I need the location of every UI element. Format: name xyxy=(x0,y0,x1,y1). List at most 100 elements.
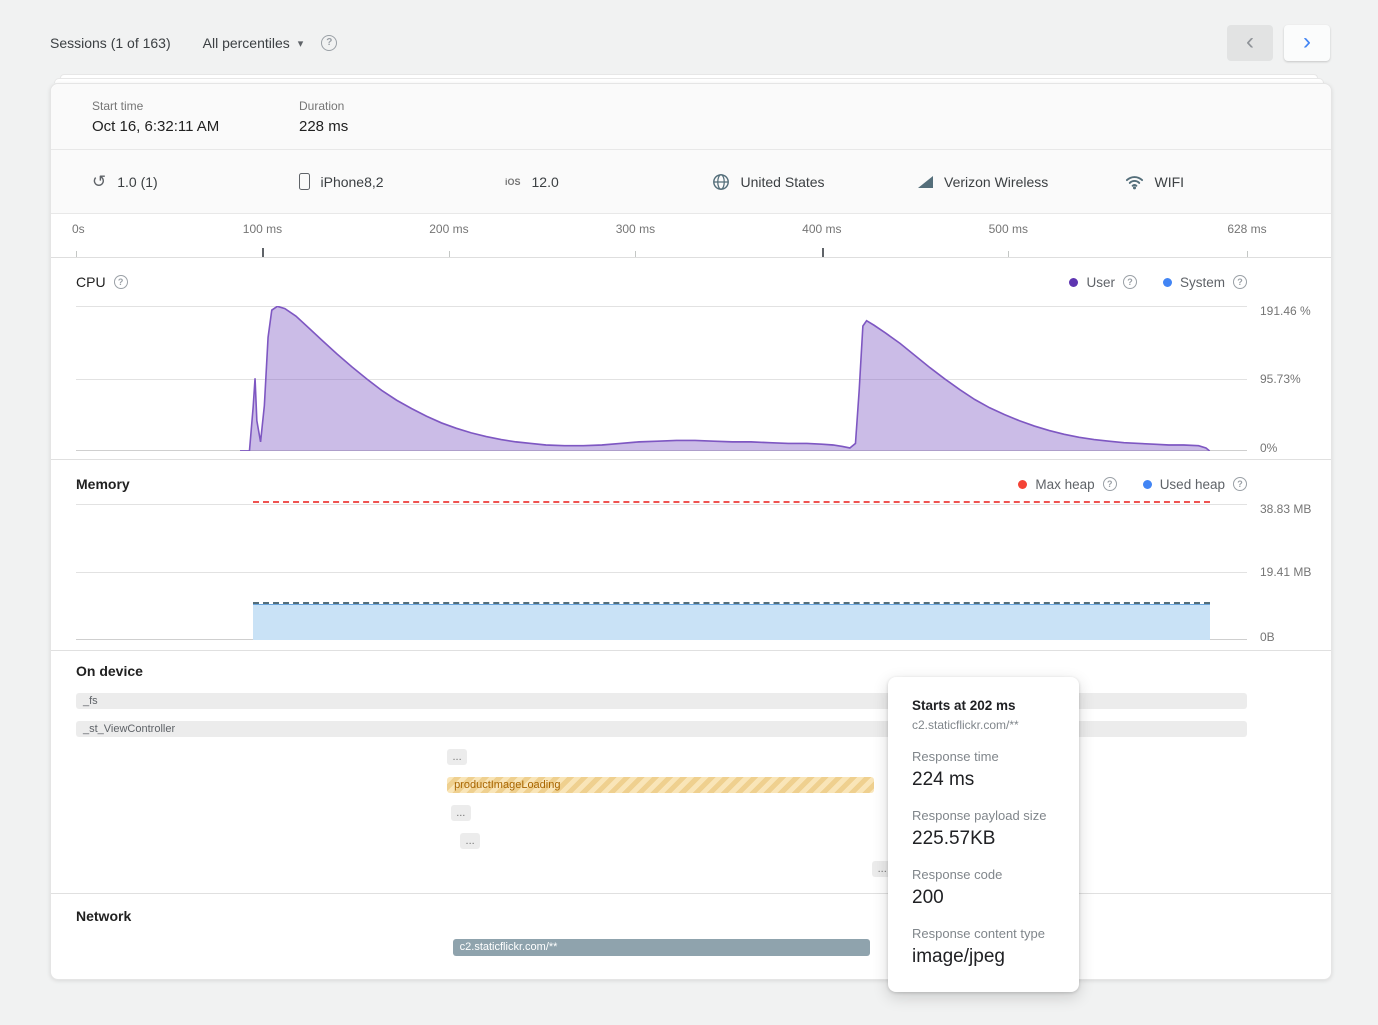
legend-dot-icon xyxy=(1018,480,1027,489)
on-device-section: On device _fs_st_ViewController...produc… xyxy=(51,651,1331,894)
collapsed-trace-chip[interactable]: ... xyxy=(447,749,467,765)
device-attributes-row: ↺ 1.0 (1) iPhone8,2 iOS 12.0 United Stat… xyxy=(51,150,1331,214)
percentiles-dropdown[interactable]: All percentiles ▾ xyxy=(203,35,304,51)
tooltip-field-value: 200 xyxy=(912,887,1055,909)
performance-session-page: Sessions (1 of 163) All percentiles ▾ ? … xyxy=(0,0,1378,1025)
tooltip-field-label: Response content type xyxy=(912,926,1055,941)
duration-value: 228 ms xyxy=(299,118,506,135)
collapsed-trace-chip[interactable]: ... xyxy=(451,805,471,821)
tooltip-field-value: image/jpeg xyxy=(912,946,1055,968)
next-session-button[interactable]: › xyxy=(1284,25,1330,61)
device-icon xyxy=(299,173,310,190)
app-version-item: ↺ 1.0 (1) xyxy=(92,173,299,190)
memory-section: Memory Max heap?Used heap? 38.83 MB 19.4… xyxy=(51,460,1331,651)
os-version-item: iOS 12.0 xyxy=(505,174,712,190)
start-time-block: Start time Oct 16, 6:32:11 AM xyxy=(92,99,299,135)
carrier-item: Verizon Wireless xyxy=(918,174,1125,190)
legend-user: User? xyxy=(1069,275,1137,290)
legend-label: Used heap xyxy=(1160,477,1225,492)
legend-dot-icon xyxy=(1069,278,1078,287)
cpu-axis: 191.46 % 95.73% 0% xyxy=(1247,306,1331,451)
legend-dot-icon xyxy=(1143,480,1152,489)
network-section: Network c2.staticflickr.com/** xyxy=(51,894,1331,979)
cpu-chart[interactable] xyxy=(76,306,1247,451)
tracks-gutter xyxy=(1247,939,1331,967)
cpu-title: CPU xyxy=(76,274,106,290)
topbar: Sessions (1 of 163) All percentiles ▾ ? … xyxy=(0,0,1378,62)
timeline-ruler: 0s100 ms200 ms300 ms400 ms500 ms628 ms xyxy=(51,214,1331,258)
trace-bar[interactable]: productImageLoading xyxy=(447,777,874,793)
radio-label: WIFI xyxy=(1155,174,1185,190)
previous-session-button[interactable]: ‹ xyxy=(1227,25,1273,61)
tooltip-title: Starts at 202 ms xyxy=(912,698,1055,713)
tooltip-fields: Response time 224 ms Response payload size… xyxy=(912,749,1055,968)
memory-axis-zero: 0B xyxy=(1260,630,1322,646)
tooltip-field-label: Response code xyxy=(912,867,1055,882)
tracks-gutter xyxy=(1247,693,1331,889)
help-icon[interactable]: ? xyxy=(1233,275,1247,289)
app-version-icon: ↺ xyxy=(92,173,106,190)
legend-system: System? xyxy=(1163,275,1247,290)
carrier-label: Verizon Wireless xyxy=(944,174,1048,190)
ruler-gutter xyxy=(1247,214,1331,257)
radio-item: WIFI xyxy=(1125,174,1332,190)
tooltip-field-label: Response payload size xyxy=(912,808,1055,823)
chevron-right-icon: › xyxy=(1303,30,1311,54)
sessions-count-label: Sessions (1 of 163) xyxy=(50,35,171,51)
network-request-tooltip: Starts at 202 ms c2.staticflickr.com/** … xyxy=(888,677,1079,992)
gridline xyxy=(76,572,1247,573)
memory-chart[interactable] xyxy=(76,504,1247,640)
carrier-signal-icon xyxy=(918,176,933,188)
tooltip-url: c2.staticflickr.com/** xyxy=(912,718,1055,732)
cpu-section: CPU ? User?System? 191.46 % 95.73% 0% xyxy=(51,258,1331,460)
collapsed-trace-chip[interactable]: ... xyxy=(460,833,480,849)
cpu-legend: User?System? xyxy=(1069,275,1247,290)
tooltip-field-value: 224 ms xyxy=(912,769,1055,791)
cpu-axis-max: 191.46 % xyxy=(1260,304,1322,320)
cpu-axis-zero: 0% xyxy=(1260,441,1322,457)
help-icon[interactable]: ? xyxy=(1233,477,1247,491)
network-title: Network xyxy=(76,908,131,924)
legend-label: User xyxy=(1086,275,1115,290)
on-device-title: On device xyxy=(76,663,143,679)
chevron-down-icon: ▾ xyxy=(298,37,304,50)
help-icon[interactable]: ? xyxy=(1103,477,1117,491)
duration-block: Duration 228 ms xyxy=(299,99,506,135)
help-icon[interactable]: ? xyxy=(321,35,337,51)
memory-axis-max: 38.83 MB xyxy=(1260,502,1322,518)
tooltip-field-label: Response time xyxy=(912,749,1055,764)
memory-title: Memory xyxy=(76,476,130,492)
legend-label: System xyxy=(1180,275,1225,290)
trace-bar[interactable]: c2.staticflickr.com/** xyxy=(453,939,871,956)
memory-axis-mid: 19.41 MB xyxy=(1260,565,1322,581)
os-version-label: 12.0 xyxy=(532,174,559,190)
device-model-item: iPhone8,2 xyxy=(299,173,506,190)
percentiles-label: All percentiles xyxy=(203,35,290,51)
globe-icon xyxy=(712,173,730,191)
country-item: United States xyxy=(712,173,919,191)
session-summary: Start time Oct 16, 6:32:11 AM Duration 2… xyxy=(51,84,1331,150)
memory-axis: 38.83 MB 19.41 MB 0B xyxy=(1247,504,1331,640)
os-icon: iOS xyxy=(505,177,521,187)
memory-legend: Max heap?Used heap? xyxy=(1018,477,1247,492)
app-version-label: 1.0 (1) xyxy=(117,174,157,190)
help-icon[interactable]: ? xyxy=(114,275,128,289)
legend-used-heap: Used heap? xyxy=(1143,477,1247,492)
legend-dot-icon xyxy=(1163,278,1172,287)
gridline xyxy=(76,504,1247,505)
tooltip-field-value: 225.57KB xyxy=(912,828,1055,850)
start-time-label: Start time xyxy=(92,99,299,113)
session-nav: ‹ › xyxy=(1227,25,1330,61)
device-model-label: iPhone8,2 xyxy=(321,174,384,190)
used-heap-band xyxy=(253,604,1210,640)
max-heap-line xyxy=(253,501,1210,503)
session-card: Start time Oct 16, 6:32:11 AM Duration 2… xyxy=(50,83,1332,980)
cpu-area-chart xyxy=(76,306,1247,451)
duration-label: Duration xyxy=(299,99,506,113)
timeline-ruler-plot: 0s100 ms200 ms300 ms400 ms500 ms628 ms xyxy=(76,214,1247,257)
chevron-left-icon: ‹ xyxy=(1246,30,1254,54)
help-icon[interactable]: ? xyxy=(1123,275,1137,289)
country-label: United States xyxy=(741,174,825,190)
cpu-axis-mid: 95.73% xyxy=(1260,371,1322,387)
legend-label: Max heap xyxy=(1035,477,1094,492)
